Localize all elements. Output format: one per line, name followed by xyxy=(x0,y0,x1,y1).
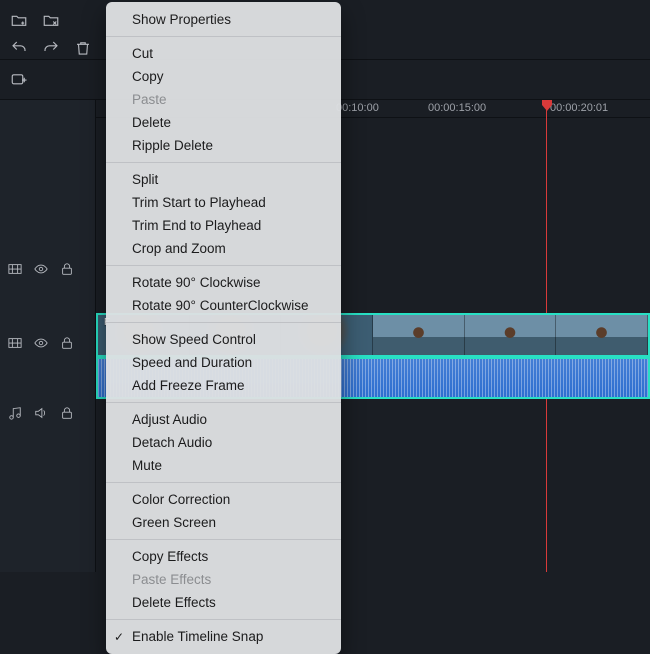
menu-item[interactable]: Delete xyxy=(106,111,341,134)
video-track-header xyxy=(0,262,96,276)
menu-item-label: Show Speed Control xyxy=(132,332,256,347)
menu-item[interactable]: Trim End to Playhead xyxy=(106,214,341,237)
eye-icon[interactable] xyxy=(34,336,48,350)
menu-item-label: Trim End to Playhead xyxy=(132,218,261,233)
speaker-icon[interactable] xyxy=(34,406,48,420)
check-icon: ✓ xyxy=(114,628,124,647)
playhead-icon[interactable] xyxy=(540,100,554,112)
menu-item[interactable]: Detach Audio xyxy=(106,431,341,454)
menu-item[interactable]: Adjust Audio xyxy=(106,408,341,431)
ruler-tick: 00:00:15:00 xyxy=(428,102,486,114)
menu-item[interactable]: Cut xyxy=(106,42,341,65)
menu-item-label: Speed and Duration xyxy=(132,355,252,370)
menu-item[interactable]: Color Correction xyxy=(106,488,341,511)
menu-item-label: Color Correction xyxy=(132,492,230,507)
context-menu: Show Properties Cut Copy Paste Delete Ripple … xyxy=(106,2,341,654)
trash-icon[interactable] xyxy=(74,39,92,57)
lock-icon[interactable] xyxy=(60,336,74,350)
menu-item[interactable]: Mute xyxy=(106,454,341,477)
lock-icon[interactable] xyxy=(60,406,74,420)
menu-item-label: Delete xyxy=(132,115,171,130)
lock-icon[interactable] xyxy=(60,262,74,276)
menu-item[interactable]: Show Speed Control xyxy=(106,328,341,351)
menu-item[interactable]: Rotate 90° CounterClockwise xyxy=(106,294,341,317)
menu-item-label: Show Properties xyxy=(132,12,231,27)
menu-item-label: Rotate 90° CounterClockwise xyxy=(132,298,308,313)
menu-item-label: Copy Effects xyxy=(132,549,208,564)
menu-item-label: Crop and Zoom xyxy=(132,241,226,256)
grid-icon[interactable] xyxy=(8,336,22,350)
menu-item[interactable]: Speed and Duration xyxy=(106,351,341,374)
menu-separator xyxy=(106,265,341,266)
menu-separator xyxy=(106,619,341,620)
menu-item-label: Paste Effects xyxy=(132,572,211,587)
menu-item[interactable]: Split xyxy=(106,168,341,191)
menu-item-label: Rotate 90° Clockwise xyxy=(132,275,260,290)
menu-item-label: Split xyxy=(132,172,158,187)
menu-item[interactable]: Copy xyxy=(106,65,341,88)
menu-item-label: Detach Audio xyxy=(132,435,212,450)
audio-track-header xyxy=(0,406,96,420)
menu-item-label: Adjust Audio xyxy=(132,412,207,427)
menu-item[interactable]: Green Screen xyxy=(106,511,341,534)
folder-delete-icon[interactable] xyxy=(42,11,60,29)
menu-item[interactable]: ✓ Enable Timeline Snap xyxy=(106,625,341,648)
menu-separator xyxy=(106,482,341,483)
menu-separator xyxy=(106,402,341,403)
menu-item[interactable]: Rotate 90° Clockwise xyxy=(106,271,341,294)
menu-item-label: Ripple Delete xyxy=(132,138,213,153)
menu-item[interactable]: Ripple Delete xyxy=(106,134,341,157)
menu-item[interactable]: Copy Effects xyxy=(106,545,341,568)
menu-item[interactable]: Crop and Zoom xyxy=(106,237,341,260)
grid-icon[interactable] xyxy=(8,262,22,276)
folder-add-icon[interactable] xyxy=(10,11,28,29)
menu-item-label: Mute xyxy=(132,458,162,473)
menu-item: Paste xyxy=(106,88,341,111)
menu-item-label: Cut xyxy=(132,46,153,61)
menu-item[interactable]: Show Properties xyxy=(106,8,341,31)
menu-item: Paste Effects xyxy=(106,568,341,591)
clip-thumbnail xyxy=(373,315,465,355)
menu-separator xyxy=(106,322,341,323)
menu-item[interactable]: Add Freeze Frame xyxy=(106,374,341,397)
menu-separator xyxy=(106,539,341,540)
track-header-column xyxy=(0,100,96,572)
menu-separator xyxy=(106,36,341,37)
clip-thumbnail xyxy=(465,315,557,355)
music-icon[interactable] xyxy=(8,406,22,420)
add-marker-icon[interactable] xyxy=(10,71,28,89)
menu-item-label: Copy xyxy=(132,69,164,84)
menu-item-label: Delete Effects xyxy=(132,595,216,610)
menu-item-label: Trim Start to Playhead xyxy=(132,195,266,210)
video-track-header-2 xyxy=(0,336,96,350)
ruler-tick: 00:00:20:01 xyxy=(550,102,608,114)
menu-item-label: Paste xyxy=(132,92,167,107)
clip-thumbnail xyxy=(556,315,648,355)
eye-icon[interactable] xyxy=(34,262,48,276)
menu-item-label: Green Screen xyxy=(132,515,216,530)
menu-item-label: Enable Timeline Snap xyxy=(132,629,263,644)
menu-separator xyxy=(106,162,341,163)
menu-item[interactable]: Delete Effects xyxy=(106,591,341,614)
menu-item[interactable]: Trim Start to Playhead xyxy=(106,191,341,214)
ruler-tick: 00:10:00 xyxy=(336,102,379,114)
redo-icon[interactable] xyxy=(42,39,60,57)
undo-icon[interactable] xyxy=(10,39,28,57)
menu-item-label: Add Freeze Frame xyxy=(132,378,245,393)
